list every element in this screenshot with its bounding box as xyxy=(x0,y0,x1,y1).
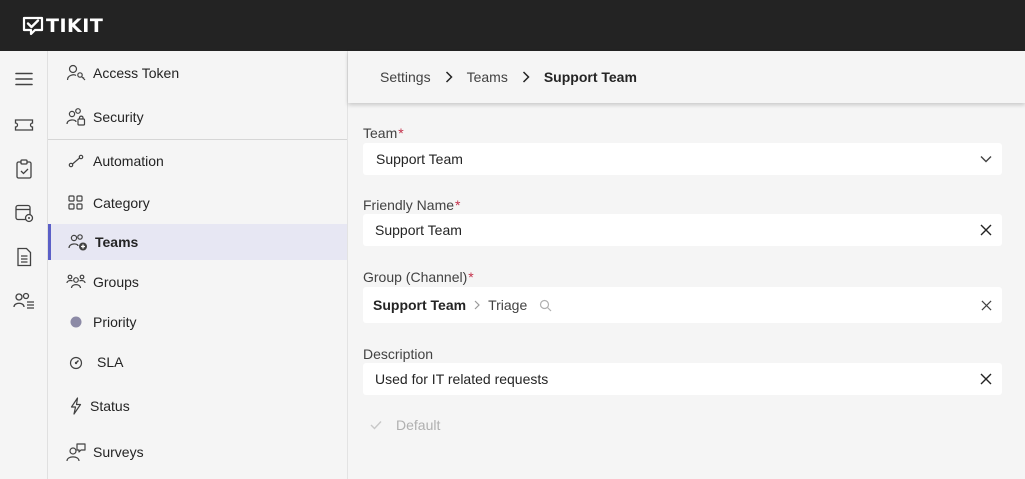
sidebar-divider xyxy=(48,139,347,140)
sidebar-item-access-token[interactable]: Access Token xyxy=(48,55,347,91)
clear-description-button[interactable] xyxy=(980,363,992,395)
clipboard-icon xyxy=(16,159,32,179)
people-list-icon xyxy=(13,292,34,309)
rail-calendar-button[interactable] xyxy=(10,199,38,227)
app-rail xyxy=(0,51,48,479)
close-icon xyxy=(981,299,992,311)
ticket-icon xyxy=(14,119,34,131)
clear-group-button[interactable] xyxy=(981,287,992,323)
sidebar-item-teams[interactable]: Teams xyxy=(48,224,347,260)
clear-friendly-name-button[interactable] xyxy=(980,214,992,246)
group-channel-picker[interactable]: Support Team Triage xyxy=(363,287,1002,323)
sidebar-item-label: SLA xyxy=(97,354,124,370)
required-marker: * xyxy=(455,197,461,213)
sidebar-item-category[interactable]: Category xyxy=(48,185,347,221)
tikit-logo[interactable]: TIKIT xyxy=(22,15,103,37)
sidebar-item-label: Automation xyxy=(93,153,164,169)
sidebar-item-surveys[interactable]: Surveys xyxy=(48,434,347,470)
friendly-name-input[interactable] xyxy=(375,222,955,238)
sidebar-item-status[interactable]: Status xyxy=(48,388,347,424)
logo-text: TIKIT xyxy=(46,14,104,37)
hamburger-menu-button[interactable] xyxy=(10,65,38,93)
grid-icon xyxy=(66,193,86,213)
sidebar-item-groups[interactable]: Groups xyxy=(48,264,347,300)
flash-icon xyxy=(66,396,86,416)
document-icon xyxy=(17,247,32,267)
team-label-text: Team xyxy=(363,125,398,141)
gauge-icon xyxy=(66,352,86,372)
sidebar-item-automation[interactable]: Automation xyxy=(48,143,347,179)
default-checkbox[interactable] xyxy=(368,417,384,433)
friendly-name-label: Friendly Name* xyxy=(363,197,460,213)
group-channel-label: Group (Channel)* xyxy=(363,269,474,285)
sidebar-item-label: Surveys xyxy=(93,444,144,460)
people-add-icon xyxy=(68,232,88,252)
person-key-icon xyxy=(66,63,86,83)
sidebar-item-priority[interactable]: Priority xyxy=(48,304,347,340)
calendar-settings-icon xyxy=(15,204,34,223)
close-icon xyxy=(980,224,992,236)
sidebar-item-security[interactable]: Security xyxy=(48,99,347,135)
default-checkbox-row: Default xyxy=(368,417,440,433)
breadcrumb-settings[interactable]: Settings xyxy=(380,69,431,85)
tikit-logo-icon xyxy=(22,16,44,35)
group-channel-label-text: Group (Channel) xyxy=(363,269,468,285)
sidebar-item-label: Status xyxy=(90,398,130,414)
rail-documents-button[interactable] xyxy=(10,243,38,271)
checkmark-icon xyxy=(370,421,382,430)
settings-sidebar: Access Token Security Automation Categor… xyxy=(48,51,348,479)
sidebar-item-sla[interactable]: SLA xyxy=(48,344,347,380)
close-icon xyxy=(980,373,992,385)
person-feedback-icon xyxy=(66,442,86,462)
description-field xyxy=(363,363,1002,395)
description-label: Description xyxy=(363,346,433,362)
rail-tickets-button[interactable] xyxy=(10,111,38,139)
group-team-name: Support Team xyxy=(373,297,467,313)
friendly-name-field xyxy=(363,214,1002,246)
chevron-right-icon xyxy=(474,300,480,310)
people-lock-icon xyxy=(66,107,86,127)
breadcrumb-teams[interactable]: Teams xyxy=(467,69,508,85)
chevron-down-icon[interactable] xyxy=(980,143,992,175)
search-icon xyxy=(539,299,552,312)
team-dropdown[interactable]: Support Team xyxy=(363,143,1002,175)
circle-icon xyxy=(66,312,86,332)
rail-people-button[interactable] xyxy=(10,287,38,315)
description-input[interactable] xyxy=(375,371,955,387)
description-label-text: Description xyxy=(363,346,434,362)
chevron-right-icon xyxy=(522,71,530,83)
flow-icon xyxy=(66,151,86,171)
group-channel-name: Triage xyxy=(488,297,528,313)
breadcrumb-current: Support Team xyxy=(543,69,637,85)
rail-tasks-button[interactable] xyxy=(10,155,38,183)
sidebar-item-label: Security xyxy=(93,109,144,125)
friendly-name-label-text: Friendly Name xyxy=(363,197,455,213)
chevron-right-icon xyxy=(445,71,453,83)
breadcrumb: Settings Teams Support Team xyxy=(348,51,1025,103)
default-checkbox-label: Default xyxy=(396,417,441,433)
sidebar-item-label: Teams xyxy=(95,234,139,250)
top-bar: TIKIT xyxy=(0,0,1025,51)
team-label: Team* xyxy=(363,125,404,141)
team-selected-value: Support Team xyxy=(376,151,463,167)
hamburger-menu-icon xyxy=(15,72,33,86)
main-content: Settings Teams Support Team Team* Suppor… xyxy=(348,51,1025,479)
sidebar-item-label: Access Token xyxy=(93,65,180,81)
people-community-icon xyxy=(66,272,86,292)
required-marker: * xyxy=(468,269,474,285)
required-marker: * xyxy=(398,125,404,141)
sidebar-item-label: Groups xyxy=(93,274,139,290)
sidebar-item-label: Priority xyxy=(93,314,137,330)
sidebar-item-label: Category xyxy=(93,195,150,211)
